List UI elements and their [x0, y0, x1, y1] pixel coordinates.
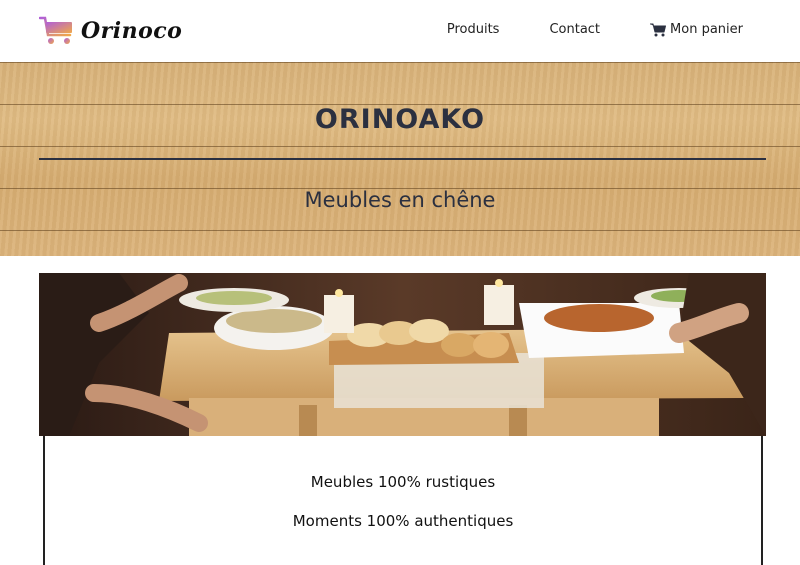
cart-icon — [650, 23, 667, 36]
cart-label: Mon panier — [670, 22, 743, 37]
nav-link-cart[interactable]: Mon panier — [650, 22, 743, 37]
hero-title: ORINOAKO — [314, 104, 486, 135]
hero-divider — [39, 158, 766, 160]
dining-table-photo — [39, 273, 766, 436]
main-nav: Produits Contact Mon panier — [447, 22, 743, 37]
logo-link[interactable]: Orinoco — [39, 15, 182, 47]
hero-banner: ORINOAKO Meubles en chêne — [0, 62, 800, 256]
logo-text: Orinoco — [81, 18, 183, 44]
hero-subtitle: Meubles en chêne — [304, 188, 496, 212]
tagline-authentic: Moments 100% authentiques — [292, 512, 514, 530]
slogan-card: Meubles 100% rustiques Moments 100% auth… — [43, 436, 763, 565]
site-header: Orinoco Produits Contact Mon panier — [0, 0, 800, 62]
nav-link-products[interactable]: Produits — [447, 22, 500, 37]
tagline-rustic: Meubles 100% rustiques — [310, 473, 496, 491]
dining-table-illustration — [39, 273, 766, 436]
nav-link-contact[interactable]: Contact — [549, 22, 600, 37]
shopping-cart-icon — [39, 16, 72, 44]
